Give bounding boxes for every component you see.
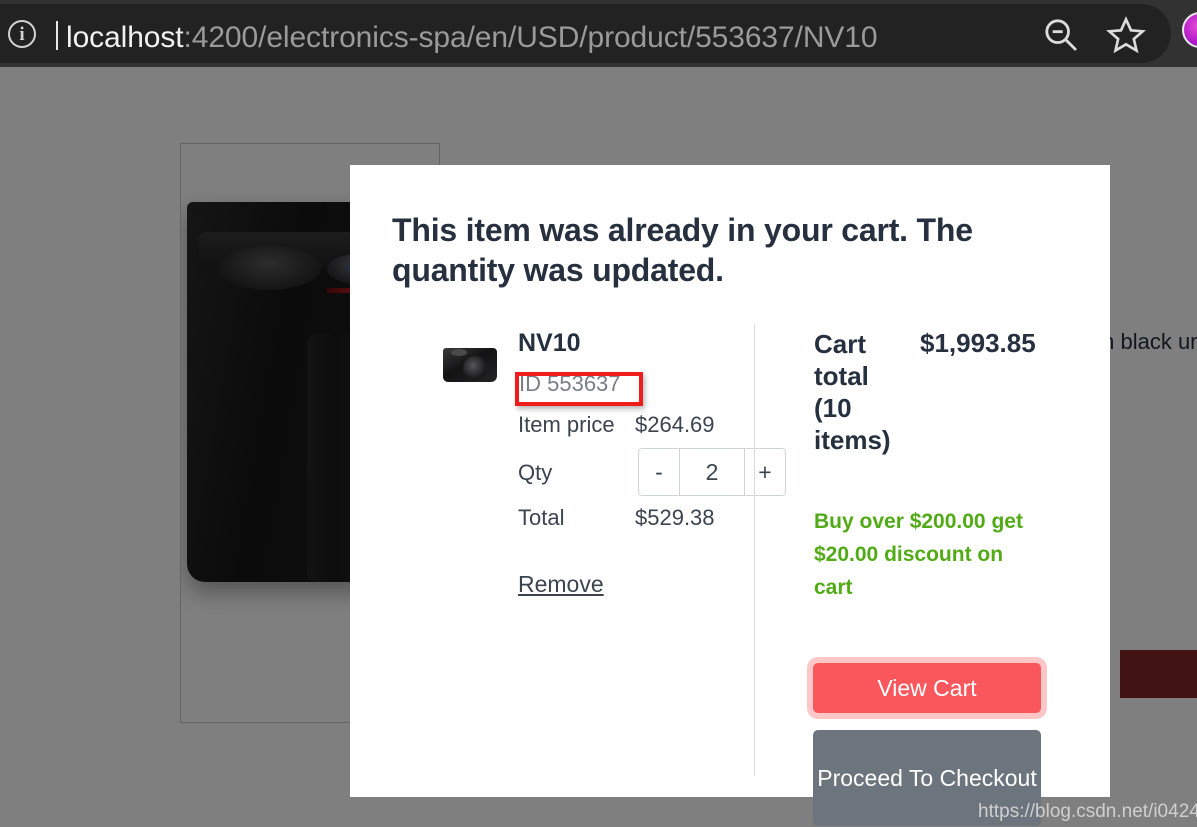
browser-toolbar: i localhost:4200/electronics-spa/en/USD/… [0, 0, 1197, 67]
star-icon[interactable] [1106, 15, 1146, 55]
watermark-text: https://blog.csdn.net/i042416 [978, 801, 1197, 822]
checkout-button-label: Proceed To Checkout [817, 765, 1037, 791]
item-total-label: Total [518, 505, 565, 530]
item-total-value: $529.38 [635, 505, 715, 530]
zoom-out-icon[interactable] [1041, 15, 1081, 55]
camera-thumbnail-icon [437, 338, 503, 390]
screen: hin black unique , and a p This item was… [0, 0, 1197, 827]
url-host: localhost [66, 21, 184, 54]
qty-increase-button[interactable]: + [744, 449, 785, 495]
info-circle-icon[interactable]: i [8, 20, 36, 48]
added-to-cart-modal: This item was already in your cart. The … [350, 165, 1110, 826]
remove-item-link[interactable]: Remove [518, 571, 604, 598]
qty-value[interactable]: 2 [680, 449, 744, 495]
item-price-value: $264.69 [635, 412, 715, 437]
cart-item-id: ID 553637 [519, 371, 621, 396]
qty-decrease-button[interactable]: - [639, 449, 680, 495]
quantity-stepper[interactable]: - 2 + [638, 448, 786, 496]
url-text[interactable]: localhost:4200/electronics-spa/en/USD/pr… [66, 15, 878, 60]
promotion-message: Buy over $200.00 get $20.00 discount on … [814, 510, 1023, 599]
item-price-label: Item price [518, 412, 615, 437]
cart-total-value: $1,993.85 [920, 328, 1036, 358]
qty-label: Qty [518, 460, 553, 485]
text-cursor [56, 21, 58, 50]
view-cart-button[interactable]: View Cart [813, 663, 1041, 713]
address-bar[interactable]: i localhost:4200/electronics-spa/en/USD/… [0, 4, 1171, 63]
cart-item-name: NV10 [518, 329, 581, 357]
modal-divider [754, 324, 755, 776]
profile-avatar[interactable] [1182, 12, 1197, 48]
modal-title: This item was already in your cart. The … [392, 212, 973, 288]
cart-total-label: Cart total (10 items) [814, 329, 891, 455]
url-path: :4200/electronics-spa/en/USD/product/553… [183, 21, 878, 54]
